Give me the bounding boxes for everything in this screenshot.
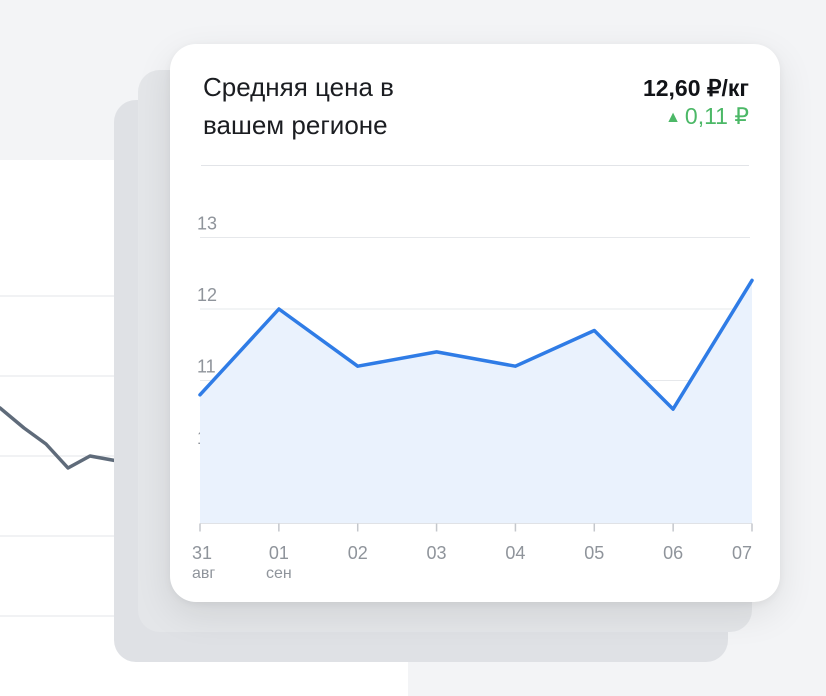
x-tick-label: 02 (348, 543, 368, 563)
price-chart: 1011121331авг01сен020304050607 (192, 214, 754, 582)
x-tick-label: 03 (427, 543, 447, 563)
y-tick-label: 12 (197, 285, 217, 305)
series-area (200, 280, 752, 524)
y-tick-label: 13 (197, 214, 217, 234)
x-tick-label: 31 (192, 543, 212, 563)
x-tick-label: 01 (269, 543, 289, 563)
x-tick-month-label: авг (192, 565, 215, 582)
x-tick-label: 04 (505, 543, 525, 563)
x-tick-label: 05 (584, 543, 604, 563)
x-tick-month-label: сен (266, 565, 292, 582)
y-tick-label: 11 (197, 357, 216, 377)
x-tick-label: 07 (732, 543, 752, 563)
x-tick-label: 06 (663, 543, 683, 563)
price-card: Средняя цена в вашем регионе 12,60 ₽/кг … (170, 44, 780, 602)
